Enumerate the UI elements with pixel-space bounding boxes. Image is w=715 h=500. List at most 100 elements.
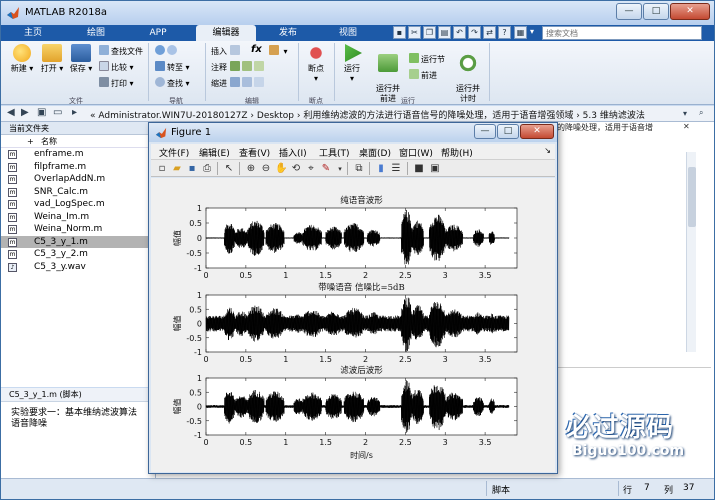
legend-icon[interactable]: ☰ bbox=[390, 163, 402, 175]
zoom-in-icon[interactable]: ⊕ bbox=[245, 163, 257, 175]
file-item[interactable]: m Weina_Norm.m bbox=[1, 223, 155, 236]
open-button[interactable]: 打开 ▾ bbox=[38, 44, 66, 74]
new-figure-icon[interactable]: ▫ bbox=[156, 163, 168, 175]
tab-publish[interactable]: 发布 bbox=[263, 25, 313, 41]
search-input[interactable] bbox=[542, 26, 702, 40]
folder-icon[interactable]: ▭ bbox=[53, 107, 62, 118]
editor-scrollbar[interactable] bbox=[686, 152, 696, 352]
data-cursor-icon[interactable]: ⌖ bbox=[305, 163, 317, 175]
toolbar-separator bbox=[347, 162, 348, 175]
file-item[interactable]: m filpframe.m bbox=[1, 161, 155, 174]
advance-button[interactable]: 前进 bbox=[409, 69, 437, 81]
edit-tools-icons[interactable]: ▾ bbox=[269, 45, 288, 57]
close-button[interactable]: ✕ bbox=[670, 3, 710, 20]
quick-layout-icon[interactable]: ▦ bbox=[514, 26, 527, 39]
indent-button[interactable]: 缩进 bbox=[211, 77, 266, 89]
new-button[interactable]: 新建 ▾ bbox=[7, 44, 37, 74]
brush-dropdown-icon[interactable]: ▾ bbox=[334, 163, 346, 175]
menu-file[interactable]: 文件(F) bbox=[159, 146, 189, 159]
show-plot-tools-icon[interactable]: ▣ bbox=[429, 163, 441, 175]
quick-help-icon[interactable]: ? bbox=[498, 26, 511, 39]
increase-indent-icon bbox=[241, 77, 252, 87]
run-button[interactable]: 运行 ▾ bbox=[337, 44, 367, 84]
goto-button[interactable]: 转至 ▾ bbox=[155, 61, 190, 73]
tab-view[interactable]: 视图 bbox=[323, 25, 373, 41]
save-icon[interactable]: ▪ bbox=[186, 163, 198, 175]
menu-edit[interactable]: 编辑(E) bbox=[199, 146, 230, 159]
pointer-icon[interactable]: ↖ bbox=[223, 163, 235, 175]
file-item[interactable]: ♪ C5_3_y.wav bbox=[1, 261, 155, 274]
menu-insert[interactable]: 插入(I) bbox=[279, 146, 307, 159]
menu-overflow-icon[interactable]: ↘ bbox=[544, 146, 551, 155]
breakpoints-button[interactable]: 断点 ▾ bbox=[301, 44, 331, 84]
file-item[interactable]: m vad_LogSpec.m bbox=[1, 198, 155, 211]
print-icon[interactable]: ⎙ bbox=[201, 163, 213, 175]
menu-view[interactable]: 查看(V) bbox=[239, 146, 270, 159]
run-and-advance-button[interactable]: 运行并 前进 bbox=[370, 44, 406, 104]
file-item-selected[interactable]: m C5_3_y_1.m bbox=[1, 235, 155, 248]
menu-window[interactable]: 窗口(W) bbox=[399, 146, 433, 159]
subplot-3: 滤波后波形幅值时间/s 0 0.5 1 1.5 2 2.5 3 3.5 -1 -0.5 0 0.5 1 bbox=[172, 365, 518, 460]
tab-plots[interactable]: 绘图 bbox=[71, 25, 121, 41]
folder-up-icon[interactable]: ▣ bbox=[37, 107, 46, 118]
find-button[interactable]: 查找 ▾ bbox=[155, 77, 190, 89]
x-tick-label: 0.5 bbox=[240, 438, 253, 447]
folder-path[interactable]: « Administrator.WIN7U-20180127Z › Deskto… bbox=[90, 108, 645, 121]
menu-desktop[interactable]: 桌面(D) bbox=[359, 146, 391, 159]
insert-function-button[interactable]: fx bbox=[251, 44, 262, 56]
hide-plot-tools-icon[interactable]: ■ bbox=[413, 163, 425, 175]
open-icon[interactable]: ▰ bbox=[171, 163, 183, 175]
forward-icon[interactable]: ▶ bbox=[21, 107, 29, 118]
figure-close-button[interactable]: ✕ bbox=[520, 124, 554, 139]
scrollbar-thumb[interactable] bbox=[688, 167, 696, 227]
print-button[interactable]: 打印 ▾ bbox=[99, 77, 134, 89]
file-item[interactable]: m OverlapAddN.m bbox=[1, 173, 155, 186]
quick-copy-icon[interactable]: ❐ bbox=[423, 26, 436, 39]
zoom-out-icon[interactable]: ⊖ bbox=[260, 163, 272, 175]
figure-maximize-button[interactable]: □ bbox=[497, 124, 519, 139]
expand-icon[interactable]: + bbox=[27, 135, 34, 148]
figure-minimize-button[interactable]: — bbox=[474, 124, 496, 139]
search-dropdown-icon[interactable]: ▾ bbox=[530, 27, 534, 36]
path-dropdown-icon[interactable]: ▾ bbox=[683, 109, 687, 118]
maximize-button[interactable]: □ bbox=[643, 3, 669, 20]
file-item[interactable]: m C5_3_y_2.m bbox=[1, 248, 155, 261]
quick-undo-icon[interactable]: ↶ bbox=[453, 26, 466, 39]
brush-icon[interactable]: ✎ bbox=[320, 163, 332, 175]
back-forward-nav[interactable] bbox=[155, 45, 179, 57]
browse-folder-icon[interactable]: ▸ bbox=[72, 107, 77, 118]
file-item[interactable]: m SNR_Calc.m bbox=[1, 186, 155, 199]
link-icon[interactable]: ⧉ bbox=[353, 163, 365, 175]
editor-close-icon[interactable]: ✕ bbox=[683, 122, 690, 131]
search-folder-icon[interactable]: ⌕ bbox=[699, 108, 703, 118]
tab-apps[interactable]: APP bbox=[133, 25, 183, 41]
editor-tab-title[interactable]: 的降噪处理，适用于语音增 bbox=[557, 122, 653, 133]
back-icon[interactable]: ◀ bbox=[7, 107, 15, 118]
pan-icon[interactable]: ✋ bbox=[275, 163, 287, 175]
figure-title-bar[interactable]: Figure 1 — □ ✕ bbox=[149, 123, 557, 142]
file-item[interactable]: m Weina_Im.m bbox=[1, 211, 155, 224]
quick-save-icon[interactable]: ▪ bbox=[393, 26, 406, 39]
rotate-icon[interactable]: ⟲ bbox=[290, 163, 302, 175]
run-and-time-button[interactable]: 运行并 计时 bbox=[451, 44, 485, 104]
compare-button[interactable]: 比较 ▾ bbox=[99, 61, 134, 73]
menu-help[interactable]: 帮助(H) bbox=[441, 146, 473, 159]
colorbar-icon[interactable]: ▮ bbox=[375, 163, 387, 175]
save-button[interactable]: 保存 ▾ bbox=[67, 44, 95, 74]
menu-tools[interactable]: 工具(T) bbox=[319, 146, 350, 159]
insert-button[interactable]: 插入 bbox=[211, 45, 242, 57]
file-item[interactable]: m enframe.m bbox=[1, 148, 155, 161]
quick-switch-icon[interactable]: ⇄ bbox=[483, 26, 496, 39]
comment-button[interactable]: 注释 bbox=[211, 61, 266, 73]
tab-home[interactable]: 主页 bbox=[8, 25, 58, 41]
minimize-button[interactable]: — bbox=[616, 3, 642, 20]
quick-paste-icon[interactable]: ▤ bbox=[438, 26, 451, 39]
name-column-header[interactable]: + 名称 bbox=[1, 135, 155, 148]
quick-redo-icon[interactable]: ↷ bbox=[468, 26, 481, 39]
tab-editor[interactable]: 编辑器 bbox=[196, 25, 256, 41]
print-label: 打印 bbox=[111, 79, 127, 88]
quick-cut-icon[interactable]: ✂ bbox=[408, 26, 421, 39]
find-files-button[interactable]: 查找文件 bbox=[99, 45, 143, 57]
run-section-button[interactable]: 运行节 bbox=[409, 53, 445, 65]
x-tick-label: 2.5 bbox=[399, 355, 412, 364]
